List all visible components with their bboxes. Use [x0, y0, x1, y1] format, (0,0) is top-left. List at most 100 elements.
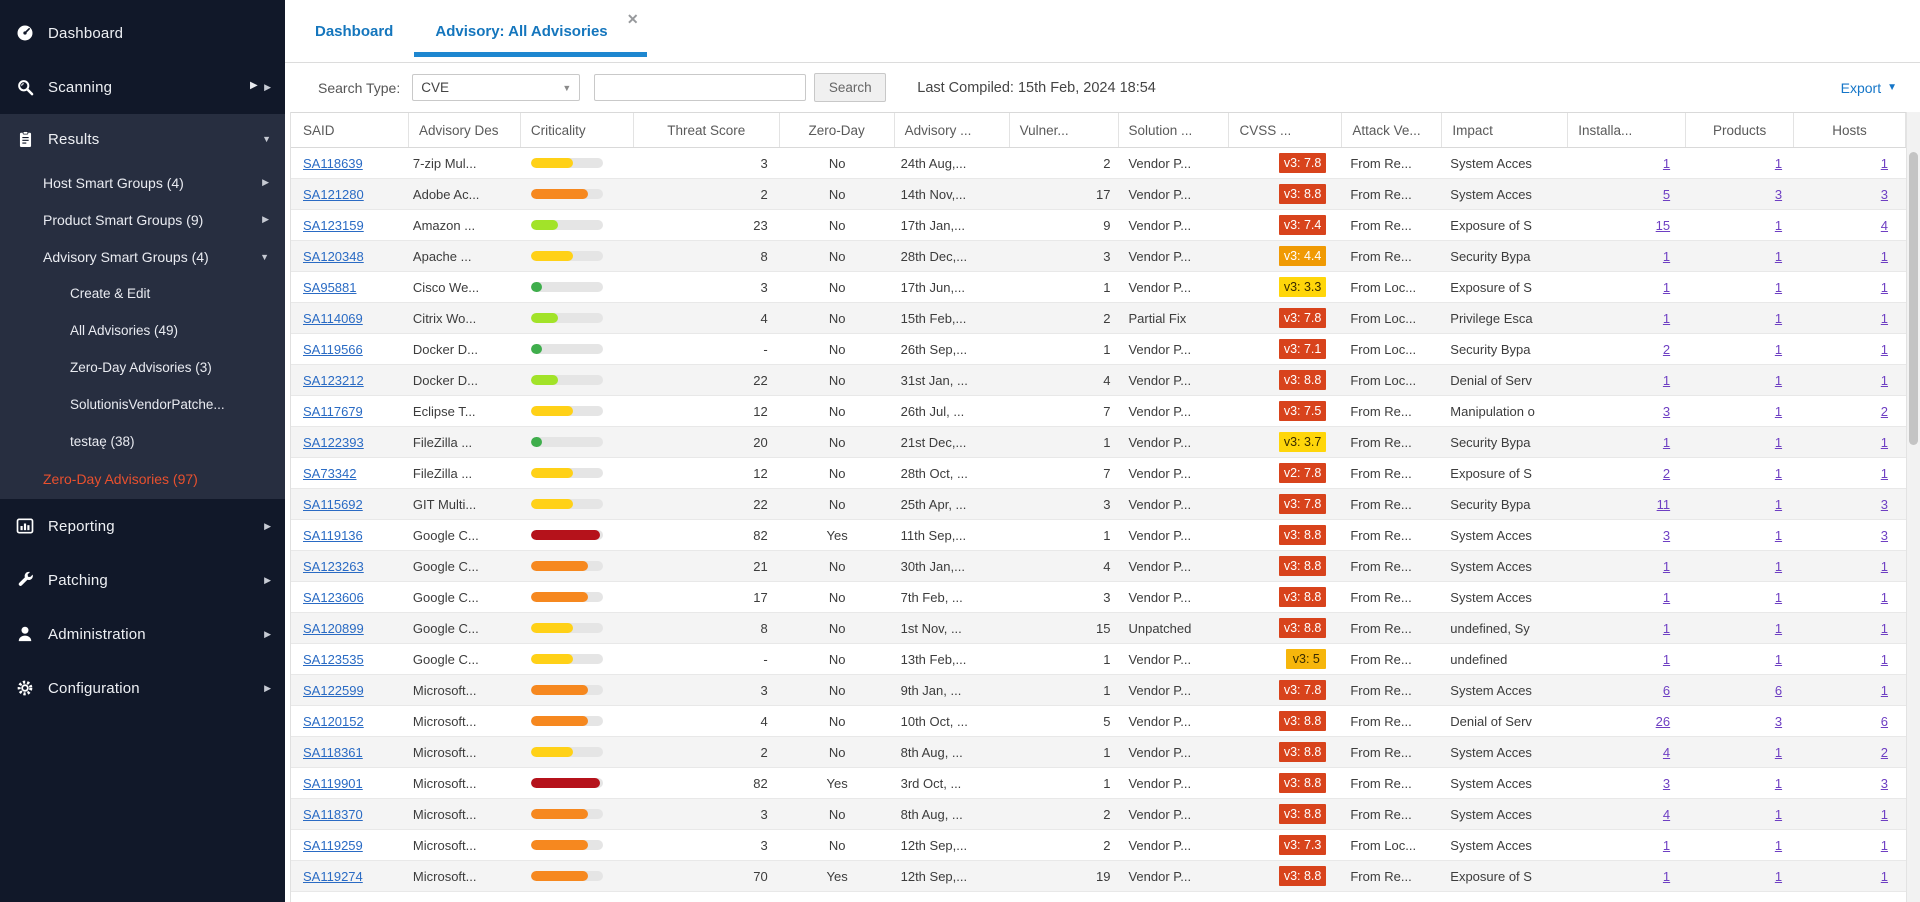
products-link[interactable]: 1: [1775, 466, 1782, 481]
column-header-impact[interactable]: Impact: [1442, 113, 1568, 147]
table-row[interactable]: SA123212Docker D...22No31st Jan, ...4Ven…: [291, 365, 1906, 396]
hosts-link[interactable]: 1: [1881, 807, 1888, 822]
hosts-link[interactable]: 3: [1881, 776, 1888, 791]
installations-link[interactable]: 1: [1663, 373, 1670, 388]
search-button[interactable]: Search: [814, 73, 886, 102]
products-link[interactable]: 1: [1775, 342, 1782, 357]
table-row[interactable]: SA120152Microsoft...4No10th Oct, ...5Ven…: [291, 706, 1906, 737]
sidebar-item-reporting[interactable]: Reporting▶: [0, 499, 285, 553]
sidebar-item-create-and-edit[interactable]: Create & Edit: [0, 275, 285, 312]
column-header-advisory-des[interactable]: Advisory Des: [409, 113, 521, 147]
tab-advisory-all-advisories[interactable]: Advisory: All Advisories ✕: [414, 0, 646, 62]
products-link[interactable]: 1: [1775, 776, 1782, 791]
hosts-link[interactable]: 3: [1881, 528, 1888, 543]
installations-link[interactable]: 3: [1663, 528, 1670, 543]
products-link[interactable]: 1: [1775, 156, 1782, 171]
sidebar-item-configuration[interactable]: Configuration▶: [0, 661, 285, 715]
sidebar-item-results[interactable]: Results▼: [0, 114, 285, 164]
said-link[interactable]: SA122599: [303, 683, 364, 698]
search-input[interactable]: [594, 74, 806, 101]
column-header-installa[interactable]: Installa...: [1568, 113, 1686, 147]
said-link[interactable]: SA114069: [303, 311, 363, 326]
installations-link[interactable]: 3: [1663, 776, 1670, 791]
products-link[interactable]: 6: [1775, 683, 1782, 698]
said-link[interactable]: SA118370: [303, 807, 363, 822]
products-link[interactable]: 1: [1775, 745, 1782, 760]
sidebar-item-advisory-smart-groups[interactable]: Advisory Smart Groups (4)▼: [0, 238, 285, 275]
table-row[interactable]: SA123159Amazon ...23No17th Jan,...9Vendo…: [291, 210, 1906, 241]
products-link[interactable]: 1: [1775, 404, 1782, 419]
column-header-attack-ve[interactable]: Attack Ve...: [1342, 113, 1442, 147]
installations-link[interactable]: 1: [1663, 838, 1670, 853]
installations-link[interactable]: 5: [1663, 187, 1670, 202]
hosts-link[interactable]: 2: [1881, 404, 1888, 419]
installations-link[interactable]: 1: [1663, 590, 1670, 605]
installations-link[interactable]: 1: [1663, 869, 1670, 884]
hosts-link[interactable]: 1: [1881, 435, 1888, 450]
hosts-link[interactable]: 1: [1881, 156, 1888, 171]
products-link[interactable]: 1: [1775, 869, 1782, 884]
products-link[interactable]: 1: [1775, 528, 1782, 543]
sidebar-item-zero-day-advisories-97[interactable]: Zero-Day Advisories (97): [0, 460, 285, 497]
hosts-link[interactable]: 1: [1881, 280, 1888, 295]
installations-link[interactable]: 3: [1663, 404, 1670, 419]
table-row[interactable]: SA1186397-zip Mul...3No24th Aug,...2Vend…: [291, 148, 1906, 179]
table-row[interactable]: SA119136Google C...82Yes11th Sep,...1Ven…: [291, 520, 1906, 551]
said-link[interactable]: SA123606: [303, 590, 364, 605]
hosts-link[interactable]: 2: [1881, 745, 1888, 760]
table-row[interactable]: SA117679Eclipse T...12No26th Jul, ...7Ve…: [291, 396, 1906, 427]
sidebar-item-zero-day-advisories-3[interactable]: Zero-Day Advisories (3): [0, 349, 285, 386]
table-row[interactable]: SA119259Microsoft...3No12th Sep,...2Vend…: [291, 830, 1906, 861]
table-row[interactable]: SA123535Google C...-No13th Feb,...1Vendo…: [291, 644, 1906, 675]
table-row[interactable]: SA119274Microsoft...70Yes12th Sep,...19V…: [291, 861, 1906, 892]
sidebar-item-product-smart-groups[interactable]: Product Smart Groups (9)▶: [0, 201, 285, 238]
hosts-link[interactable]: 1: [1881, 590, 1888, 605]
close-icon[interactable]: ✕: [627, 12, 639, 26]
hosts-link[interactable]: 1: [1881, 311, 1888, 326]
hosts-link[interactable]: 1: [1881, 466, 1888, 481]
products-link[interactable]: 1: [1775, 249, 1782, 264]
installations-link[interactable]: 2: [1663, 342, 1670, 357]
table-row[interactable]: SA115692GIT Multi...22No25th Apr, ...3Ve…: [291, 489, 1906, 520]
column-header-threat-score[interactable]: Threat Score: [634, 113, 780, 147]
hosts-link[interactable]: 4: [1881, 218, 1888, 233]
products-link[interactable]: 1: [1775, 435, 1782, 450]
sidebar-item-host-smart-groups[interactable]: Host Smart Groups (4)▶: [0, 164, 285, 201]
column-header-said[interactable]: SAID: [291, 113, 409, 147]
products-link[interactable]: 1: [1775, 280, 1782, 295]
hosts-link[interactable]: 1: [1881, 652, 1888, 667]
said-link[interactable]: SA117679: [303, 404, 363, 419]
said-link[interactable]: SA119136: [303, 528, 363, 543]
sidebar-item-administration[interactable]: Administration▶: [0, 607, 285, 661]
sidebar-item-testae[interactable]: testaę (38): [0, 423, 285, 460]
said-link[interactable]: SA73342: [303, 466, 357, 481]
table-row[interactable]: SA120899Google C...8No1st Nov, ...15Unpa…: [291, 613, 1906, 644]
sidebar-item-patching[interactable]: Patching▶: [0, 553, 285, 607]
installations-link[interactable]: 4: [1663, 745, 1670, 760]
said-link[interactable]: SA123212: [303, 373, 364, 388]
installations-link[interactable]: 1: [1663, 249, 1670, 264]
sidebar-item-scanning[interactable]: Scanning▶: [0, 60, 285, 114]
said-link[interactable]: SA120152: [303, 714, 364, 729]
table-row[interactable]: SA123263Google C...21No30th Jan,...4Vend…: [291, 551, 1906, 582]
column-header-vulner[interactable]: Vulner...: [1010, 113, 1119, 147]
column-header-hosts[interactable]: Hosts: [1794, 113, 1906, 147]
said-link[interactable]: SA115692: [303, 497, 363, 512]
said-link[interactable]: SA95881: [303, 280, 357, 295]
table-row-partial[interactable]: [291, 892, 1906, 902]
said-link[interactable]: SA120899: [303, 621, 364, 636]
search-type-select[interactable]: CVE ▼: [412, 74, 580, 101]
said-link[interactable]: SA120348: [303, 249, 364, 264]
products-link[interactable]: 3: [1775, 714, 1782, 729]
table-row[interactable]: SA119901Microsoft...82Yes3rd Oct, ...1Ve…: [291, 768, 1906, 799]
table-row[interactable]: SA121280Adobe Ac...2No14th Nov,...17Vend…: [291, 179, 1906, 210]
table-row[interactable]: SA114069Citrix Wo...4No15th Feb,...2Part…: [291, 303, 1906, 334]
hosts-link[interactable]: 1: [1881, 249, 1888, 264]
column-header-zero-day[interactable]: Zero-Day: [780, 113, 895, 147]
installations-link[interactable]: 1: [1663, 435, 1670, 450]
column-header-cvss[interactable]: CVSS ...: [1229, 113, 1342, 147]
hosts-link[interactable]: 3: [1881, 187, 1888, 202]
table-row[interactable]: SA123606Google C...17No7th Feb, ...3Vend…: [291, 582, 1906, 613]
products-link[interactable]: 1: [1775, 652, 1782, 667]
column-header-solution[interactable]: Solution ...: [1119, 113, 1230, 147]
